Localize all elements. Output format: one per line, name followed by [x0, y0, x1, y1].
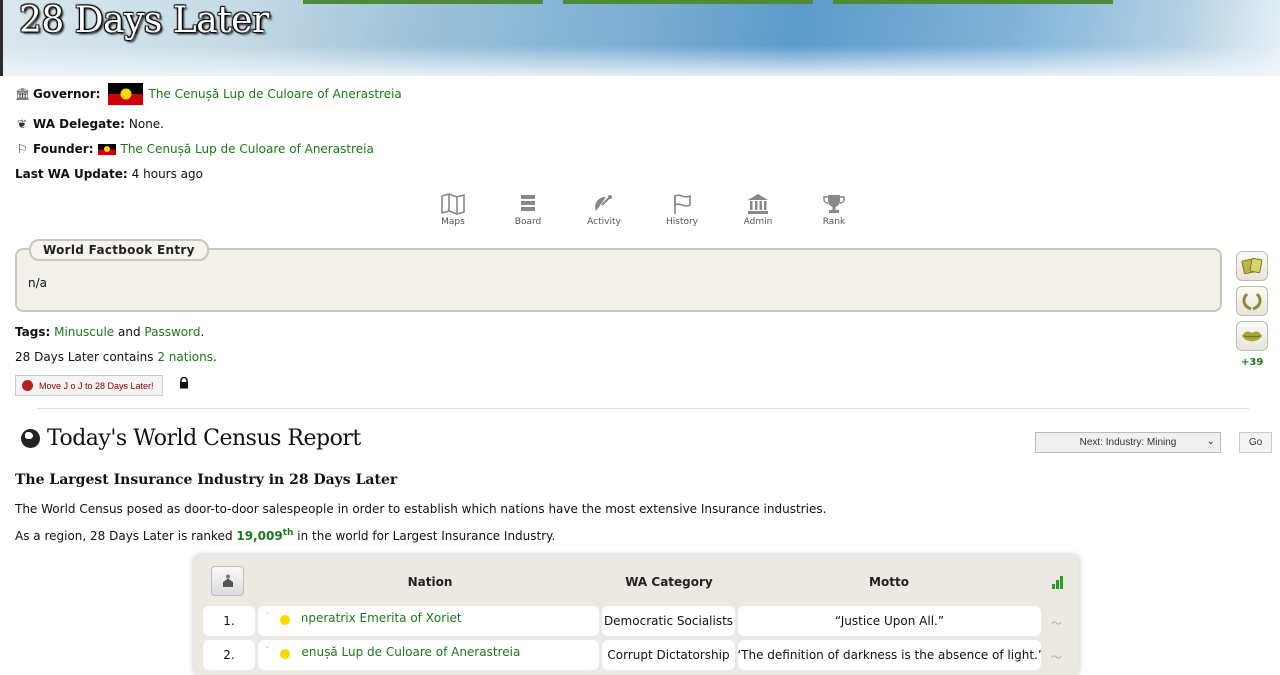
nav-admin[interactable]: Admin: [728, 193, 788, 227]
banner-grass: [563, 0, 813, 4]
trophy-icon: [823, 195, 845, 213]
nation-filter-button[interactable]: [211, 566, 244, 596]
bar-chart-icon[interactable]: [1052, 576, 1064, 589]
delegate-row: ❦ WA Delegate: None.: [15, 117, 164, 131]
wreath-icon: ❦: [16, 117, 28, 131]
tags-line: Tags: Minuscule and Password.: [15, 325, 205, 339]
influence-count: +39: [1241, 357, 1264, 368]
header-motto: Motto: [869, 575, 909, 589]
flag-icon: ⚐: [16, 142, 28, 156]
delegate-value: None.: [128, 117, 164, 131]
tag-link[interactable]: Minuscule: [54, 325, 114, 339]
rank-value: 19,009th: [236, 528, 294, 543]
founder-row: ⚐ Founder: The Cenușă Lup de Culoare of …: [15, 142, 374, 156]
move-region-button[interactable]: Move J o J to 28 Days Later!: [15, 375, 163, 396]
table-row-motto: “The definition of darkness is the absen…: [738, 640, 1041, 670]
table-row-rank: 2.: [203, 640, 255, 670]
founder-link[interactable]: The Cenușă Lup de Culoare of Anerastreia: [121, 142, 374, 156]
nation-link[interactable]: The Cenușă Lup de Culoare of Anerastreia: [267, 645, 520, 659]
flag-icon: [674, 194, 691, 214]
building-icon: 🏛: [15, 87, 31, 101]
chevron-down-icon: ⌄: [1206, 436, 1215, 447]
nav-board[interactable]: Board: [498, 193, 558, 227]
census-title: Today's World Census Report: [21, 426, 361, 451]
nations-link[interactable]: 2 nations: [157, 350, 213, 364]
nav-activity[interactable]: Activity: [574, 193, 634, 227]
update-row: Last WA Update: 4 hours ago: [15, 167, 203, 181]
table-row-nation[interactable]: The Imperatrix Emerita of Xoriet: [258, 606, 599, 636]
governor-link[interactable]: The Cenușă Lup de Culoare of Anerastreia: [148, 87, 401, 101]
trend-icon: 〜: [1051, 651, 1062, 664]
board-icon: [521, 195, 535, 211]
governor-label: Governor:: [33, 87, 101, 101]
census-description: The World Census posed as door-to-door s…: [15, 502, 827, 516]
update-label: Last WA Update:: [15, 167, 128, 181]
lips-icon: [1242, 331, 1262, 342]
factbook-text: n/a: [28, 276, 48, 290]
map-icon: [441, 193, 465, 215]
cards-button[interactable]: [1236, 251, 1268, 281]
cards-icon: [1241, 257, 1263, 275]
house-icon: [222, 574, 233, 587]
banner-grass: [833, 0, 1113, 4]
delegate-label: WA Delegate:: [33, 117, 125, 131]
globe-icon: [21, 429, 40, 448]
founder-label: Founder:: [33, 142, 94, 156]
nation-flag[interactable]: [97, 143, 116, 155]
lock-icon: [179, 376, 189, 392]
table-row-category: Democratic Socialists: [602, 606, 735, 636]
region-banner: 28 Days Later: [0, 0, 1280, 76]
banner-grass: [303, 0, 543, 4]
globe-icon: [22, 380, 33, 391]
table-row-rank: 1.: [203, 606, 255, 636]
nav-history[interactable]: History: [652, 193, 712, 227]
table-row-nation[interactable]: The Cenușă Lup de Culoare of Anerastreia: [258, 640, 599, 670]
tags-label: Tags:: [15, 325, 51, 339]
kiss-button[interactable]: [1236, 321, 1268, 351]
nav-maps[interactable]: Maps: [423, 193, 483, 227]
nation-flag: [267, 644, 302, 664]
go-button[interactable]: Go: [1239, 432, 1272, 453]
divider: [37, 408, 1249, 409]
endorse-button[interactable]: [1236, 286, 1268, 316]
census-heading: The Largest Insurance Industry in 28 Day…: [15, 472, 398, 488]
census-rank-line: As a region, 28 Days Later is ranked 19,…: [15, 528, 556, 543]
header-category: WA Category: [625, 575, 713, 589]
nation-flag[interactable]: [108, 83, 144, 105]
building-icon: [748, 194, 768, 214]
table-row-category: Corrupt Dictatorship: [602, 640, 735, 670]
trend-icon: 〜: [1051, 617, 1062, 630]
factbook-label: World Factbook Entry: [29, 239, 209, 261]
region-title: 28 Days Later: [19, 0, 269, 41]
nation-flag: [267, 610, 302, 630]
nations-line: 28 Days Later contains 2 nations.: [15, 350, 217, 364]
table-row-motto: “Justice Upon All.”: [738, 606, 1041, 636]
satellite-icon: [595, 195, 612, 211]
header-nation: Nation: [407, 575, 453, 589]
census-select[interactable]: Next: Industry: Mining ⌄: [1035, 432, 1221, 453]
laurel-icon: [1242, 292, 1262, 311]
nav-rank[interactable]: Rank: [804, 193, 864, 227]
governor-row: 🏛 Governor: The Cenușă Lup de Culoare of…: [15, 83, 402, 105]
update-value: 4 hours ago: [131, 167, 203, 181]
tag-link[interactable]: Password: [144, 325, 200, 339]
